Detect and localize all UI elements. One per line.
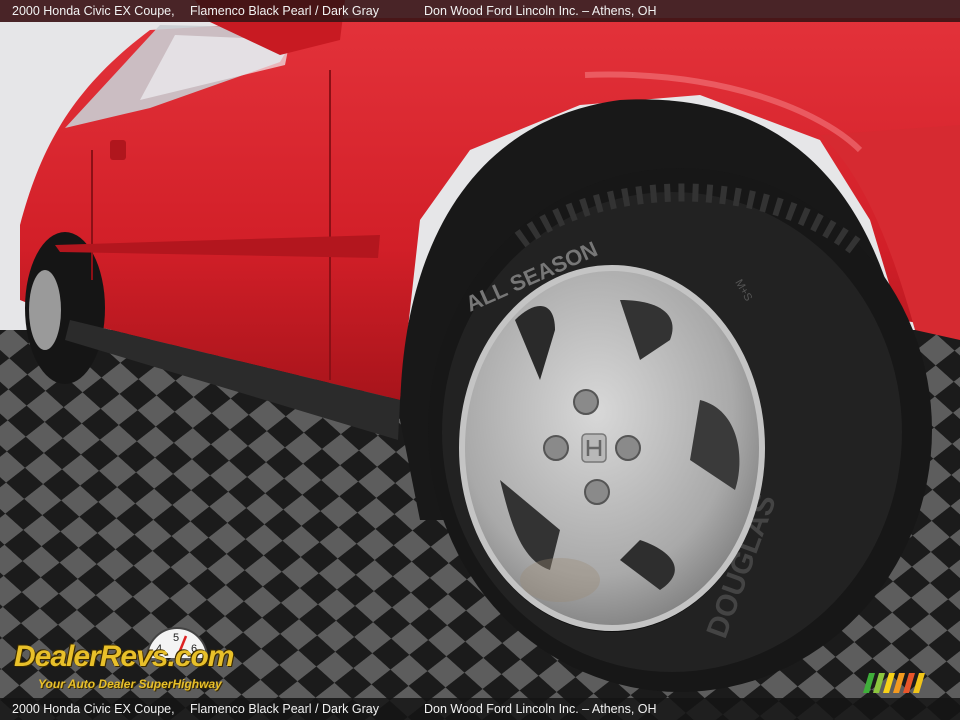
car-photo: ALL SEASON M+S DOUGLAS	[0, 0, 960, 720]
dealerrevs-watermark: 4 5 6 DealerRevs.com Your Auto Dealer Su…	[12, 626, 282, 696]
caption-bar-top: 2000 Honda Civic EX Coupe, Flamenco Blac…	[0, 0, 960, 22]
caption-colors: Flamenco Black Pearl / Dark Gray	[190, 4, 379, 18]
watermark-brand: DealerRevs.com	[14, 640, 234, 673]
photo-frame: ALL SEASON M+S DOUGLAS 2000 Honda Civic …	[0, 0, 960, 720]
honda-badge-icon	[581, 433, 607, 463]
caption-bar-bottom: 2000 Honda Civic EX Coupe, Flamenco Blac…	[0, 698, 960, 720]
caption-dealer: Don Wood Ford Lincoln Inc. – Athens, OH	[424, 4, 657, 18]
hubcap	[459, 265, 765, 631]
caption-dealer-bottom: Don Wood Ford Lincoln Inc. – Athens, OH	[424, 702, 657, 716]
watermark-tagline: Your Auto Dealer SuperHighway	[38, 677, 222, 691]
caption-vehicle: 2000 Honda Civic EX Coupe,	[12, 4, 175, 18]
color-stripes-icon	[863, 673, 925, 693]
caption-vehicle-bottom: 2000 Honda Civic EX Coupe,	[12, 702, 175, 716]
caption-colors-bottom: Flamenco Black Pearl / Dark Gray	[190, 702, 379, 716]
